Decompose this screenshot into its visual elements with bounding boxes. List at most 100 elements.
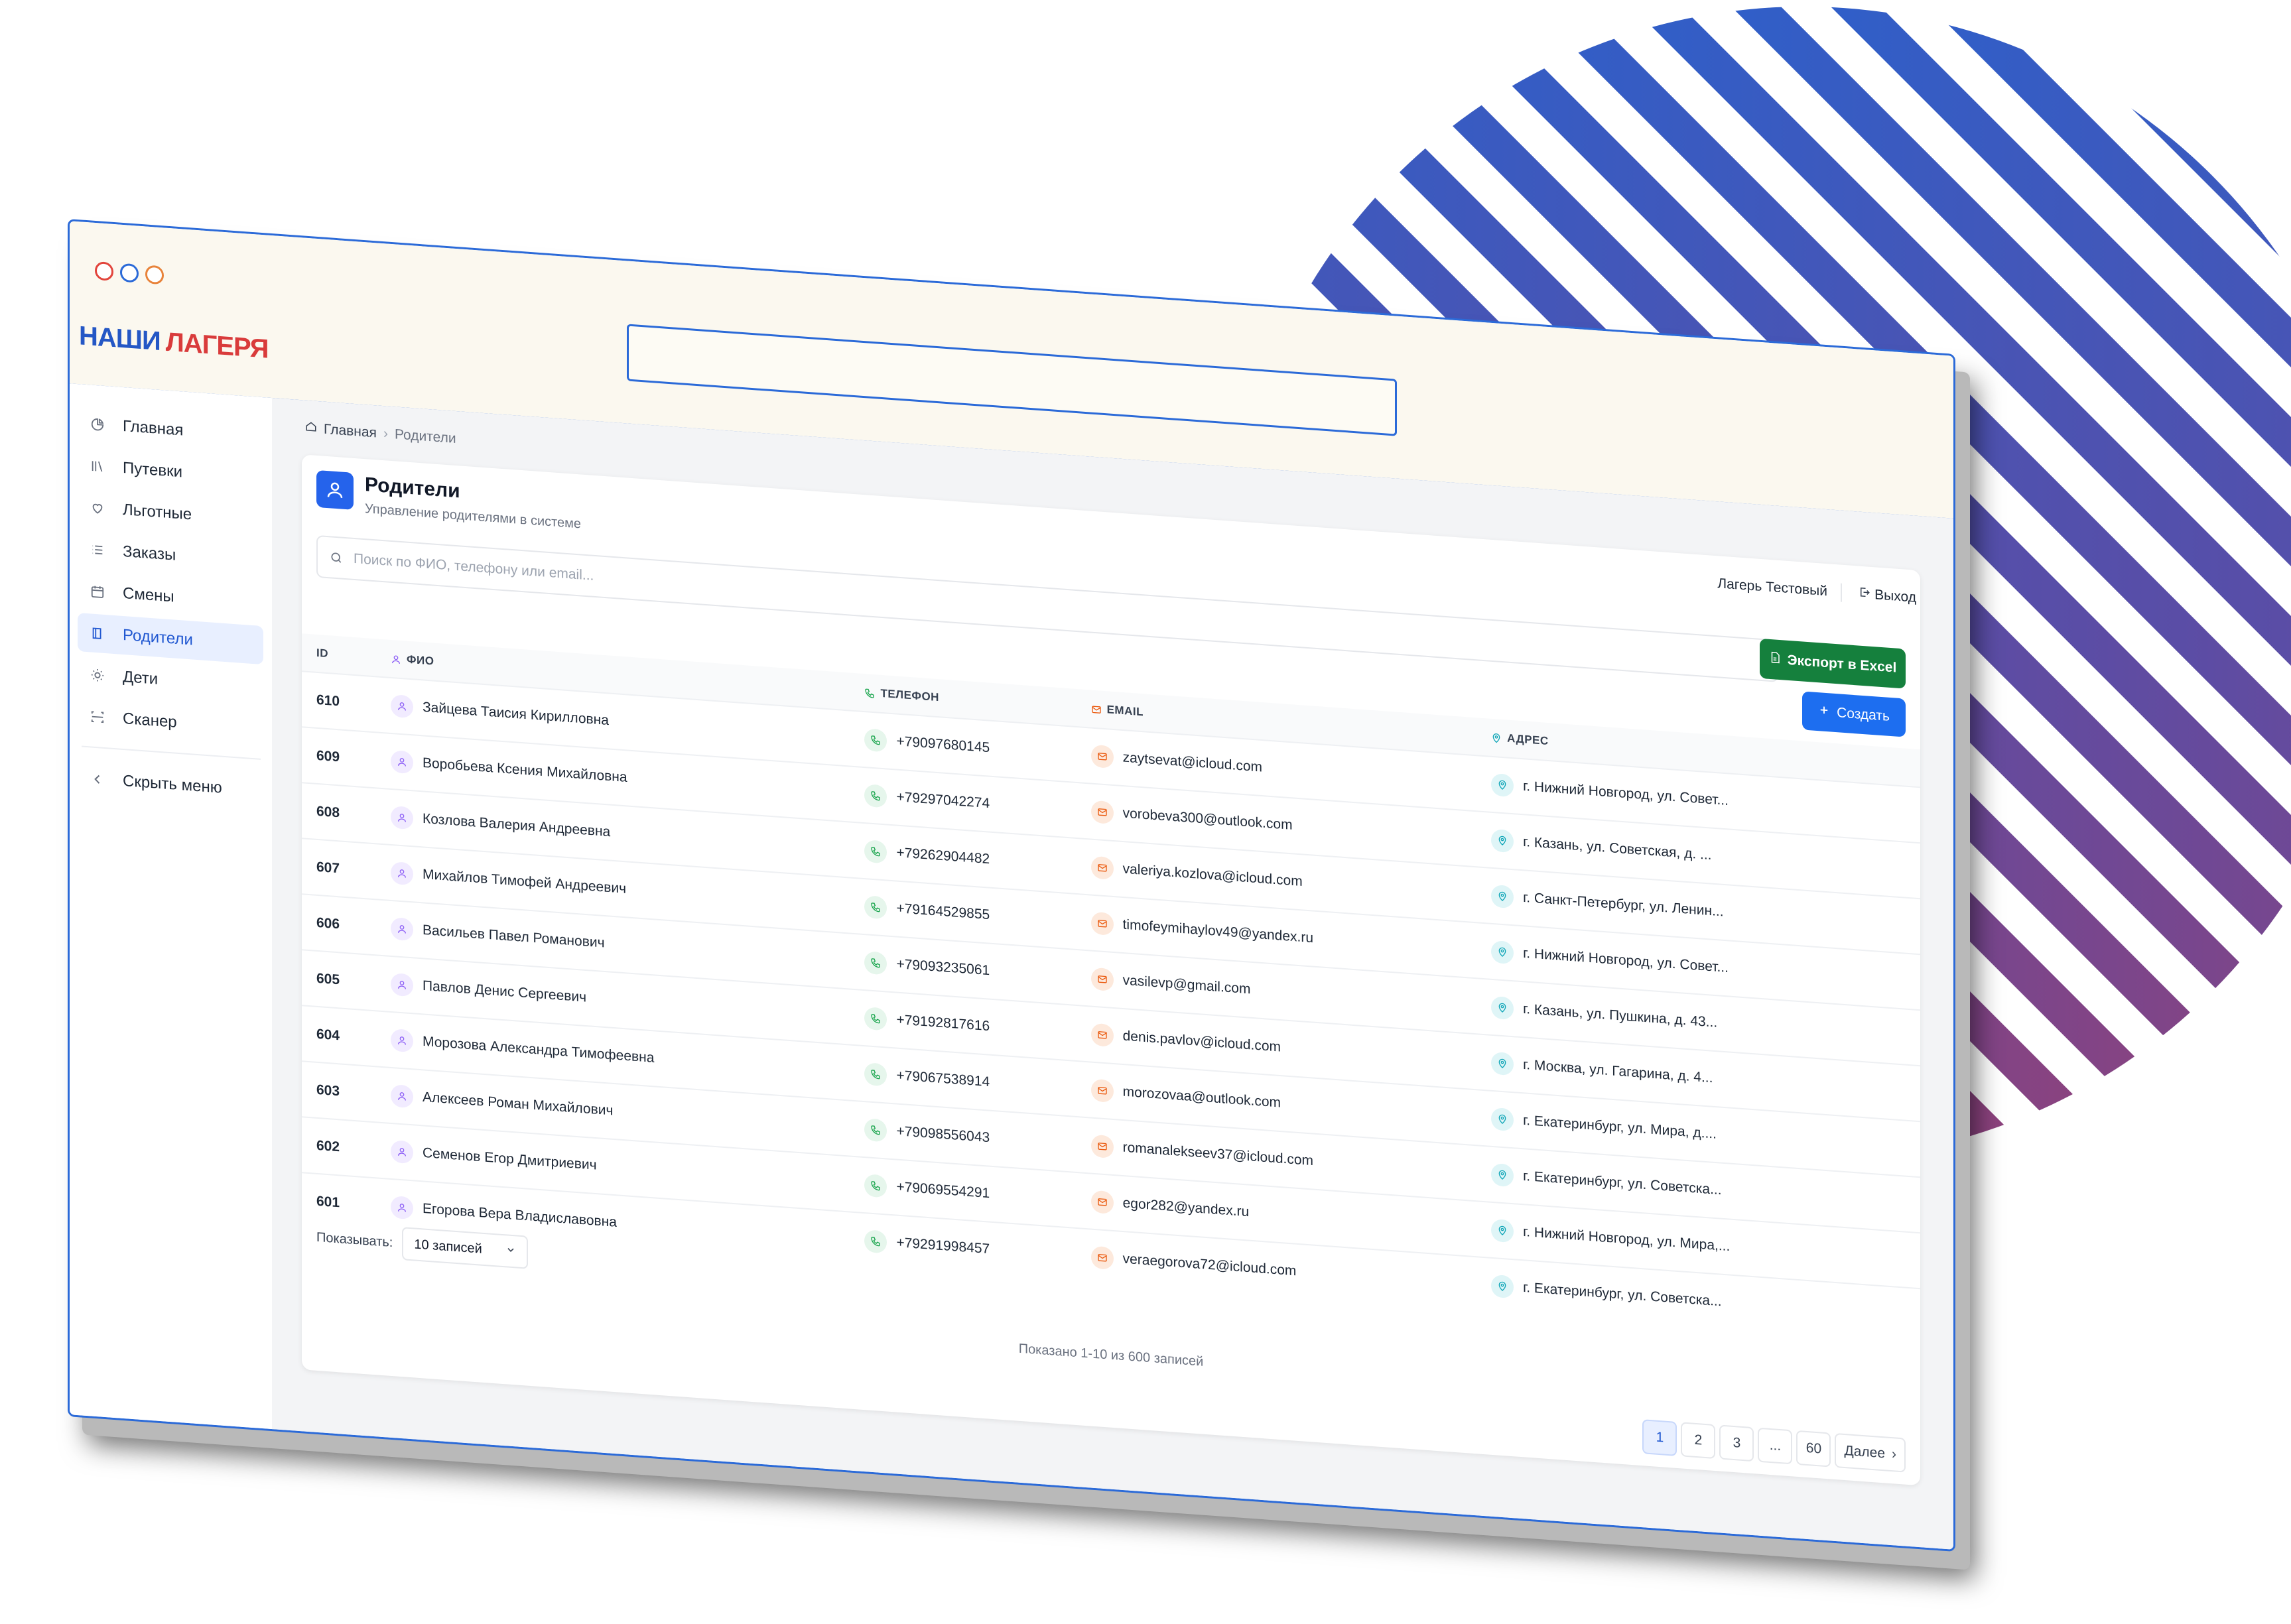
row-email[interactable]: timofeymihaylov49@yandex.ru xyxy=(1123,917,1313,946)
breadcrumb-chevron-icon: › xyxy=(383,426,388,442)
user-icon xyxy=(391,972,413,997)
user-icon xyxy=(391,1139,413,1164)
export-excel-button[interactable]: Экспорт в Excel xyxy=(1760,638,1906,689)
phone-icon xyxy=(864,1229,887,1254)
row-email[interactable]: vasilevp@gmail.com xyxy=(1123,973,1251,997)
row-name: Зайцева Таисия Кирилловна xyxy=(423,699,609,729)
row-id: 610 xyxy=(302,671,390,733)
row-phone[interactable]: +79262904482 xyxy=(896,845,990,867)
user-icon xyxy=(391,1195,413,1220)
row-email[interactable]: egor282@yandex.ru xyxy=(1123,1196,1250,1220)
collapse-menu-label: Скрыть меню xyxy=(123,771,222,797)
parents-card: Родители Управление родителями в системе… xyxy=(302,454,1920,1486)
home-icon[interactable] xyxy=(305,420,317,437)
plus-icon xyxy=(1818,704,1830,720)
phone-icon xyxy=(864,895,887,920)
breadcrumb: Главная › Родители xyxy=(305,420,456,447)
close-dot-icon[interactable] xyxy=(95,261,113,281)
brand-logo[interactable]: НАШИ ЛАГЕРЯ xyxy=(79,321,268,364)
page-button-3[interactable]: 3 xyxy=(1719,1424,1754,1462)
row-name: Алексеев Роман Михайлович xyxy=(423,1089,614,1119)
browser-window: НАШИ ЛАГЕРЯ Главная Путевки Льготные Зака… xyxy=(68,219,1955,1552)
page-size-control: Показывать: 10 записей xyxy=(316,1221,529,1269)
sidebar-divider xyxy=(82,745,261,760)
mail-icon xyxy=(1090,967,1114,992)
next-page-button[interactable]: Далее › xyxy=(1835,1432,1906,1473)
records-summary: Показано 1-10 из 600 записей xyxy=(1018,1341,1204,1369)
list-icon xyxy=(90,541,105,558)
location-icon xyxy=(1491,732,1502,743)
search-placeholder: Поиск по ФИО, телефону или email... xyxy=(354,550,594,584)
show-label: Показывать: xyxy=(316,1229,393,1250)
address-bar[interactable] xyxy=(627,324,1397,436)
maximize-dot-icon[interactable] xyxy=(145,265,164,285)
page-button-1[interactable]: 1 xyxy=(1642,1419,1677,1456)
phone-icon xyxy=(864,728,887,753)
logo-text-part1: НАШИ xyxy=(79,321,161,357)
mail-icon xyxy=(1090,800,1114,825)
row-id: 603 xyxy=(302,1061,390,1123)
chevron-right-icon: › xyxy=(1892,1446,1896,1462)
row-email[interactable]: vorobeva300@outlook.com xyxy=(1123,806,1293,833)
row-phone[interactable]: +79297042274 xyxy=(896,789,990,811)
user-icon xyxy=(391,749,413,775)
row-name: Михайлов Тимофей Андреевич xyxy=(423,866,627,897)
row-phone[interactable]: +79164529855 xyxy=(896,901,990,922)
row-name: Козлова Валерия Андреевна xyxy=(423,810,611,840)
mail-icon xyxy=(1091,704,1102,715)
row-address: г. Казань, ул. Пушкина, д. 43... xyxy=(1523,1001,1718,1031)
logout-label: Выход xyxy=(1874,587,1916,605)
row-email[interactable]: zaytsevat@icloud.com xyxy=(1123,750,1262,775)
create-button[interactable]: Создать xyxy=(1802,691,1906,737)
column-id[interactable]: ID xyxy=(302,633,390,678)
column-email-label: EMAIL xyxy=(1106,703,1144,719)
camp-selector[interactable]: Лагерь Тестовый xyxy=(1717,576,1827,599)
mail-icon xyxy=(1090,911,1114,936)
sidebar-item-label: Главная xyxy=(123,416,184,440)
breadcrumb-home[interactable]: Главная xyxy=(324,422,377,442)
row-email[interactable]: valeriya.kozlova@icloud.com xyxy=(1123,861,1303,889)
pagination: 1 2 3 ... 60 Далее › xyxy=(1642,1419,1906,1473)
scanner-icon xyxy=(90,708,105,725)
page-button-2[interactable]: 2 xyxy=(1681,1422,1716,1460)
page-button-last[interactable]: 60 xyxy=(1796,1430,1831,1468)
page-title: Родители xyxy=(365,473,460,503)
location-icon xyxy=(1491,884,1514,909)
row-address: г. Москва, ул. Гагарина, д. 4... xyxy=(1523,1056,1713,1086)
user-icon xyxy=(316,469,354,510)
row-phone[interactable]: +79093235061 xyxy=(896,956,990,978)
row-phone[interactable]: +79097680145 xyxy=(896,733,990,755)
collapse-menu-button[interactable]: Скрыть меню xyxy=(78,759,263,810)
logout-button[interactable]: Выход xyxy=(1859,586,1916,606)
location-icon xyxy=(1491,828,1514,853)
row-phone[interactable]: +79192817616 xyxy=(896,1012,990,1034)
row-name: Васильев Павел Романович xyxy=(423,922,605,951)
mail-icon xyxy=(1090,1078,1114,1103)
phone-icon xyxy=(864,688,875,699)
page-size-value: 10 записей xyxy=(414,1236,482,1257)
search-icon xyxy=(330,550,343,564)
sun-icon xyxy=(90,666,105,684)
chart-pie-icon xyxy=(90,416,105,433)
row-id: 606 xyxy=(302,894,390,956)
location-icon xyxy=(1491,1162,1514,1188)
row-phone[interactable]: +79067538914 xyxy=(896,1068,990,1090)
row-email[interactable]: romanalekseev37@icloud.com xyxy=(1123,1140,1313,1169)
minimize-dot-icon[interactable] xyxy=(120,263,139,283)
mail-icon xyxy=(1090,1023,1114,1048)
row-phone[interactable]: +79098556043 xyxy=(896,1123,990,1145)
row-name: Семенов Егор Дмитриевич xyxy=(423,1145,597,1173)
file-icon xyxy=(1769,651,1781,668)
page-size-select[interactable]: 10 записей xyxy=(402,1227,529,1269)
sidebar-item-label: Сканер xyxy=(123,709,177,731)
row-email[interactable]: morozovaa@outlook.com xyxy=(1123,1084,1281,1111)
location-icon xyxy=(1491,940,1514,965)
user-icon xyxy=(391,653,401,664)
row-address: г. Казань, ул. Советская, д. ... xyxy=(1523,834,1712,863)
row-phone[interactable]: +79069554291 xyxy=(896,1179,990,1201)
row-id: 609 xyxy=(302,727,390,789)
page-subtitle: Управление родителями в системе xyxy=(365,501,582,532)
row-email[interactable]: denis.pavlov@icloud.com xyxy=(1123,1029,1281,1055)
phone-icon xyxy=(864,1007,887,1031)
main-content: Главная › Родители Родители Управление р… xyxy=(272,398,1953,1550)
